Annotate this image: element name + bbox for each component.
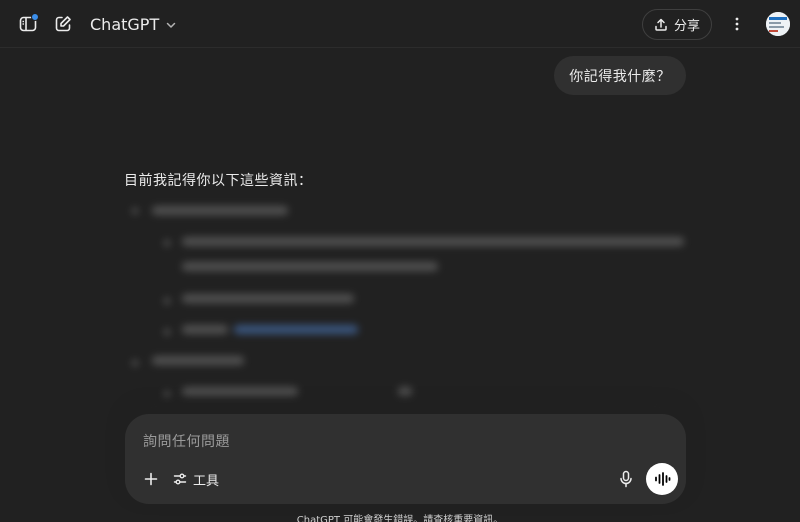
list-bullet [164,329,170,335]
more-options-button[interactable] [722,9,752,39]
redacted-line [182,387,298,396]
prompt-input[interactable]: 詢問任何問題 [143,431,230,451]
share-label: 分享 [673,19,700,34]
share-icon [655,18,667,31]
voice-mode-button[interactable] [646,463,678,495]
plus-icon [144,472,158,486]
list-bullet [164,391,170,397]
list-bullet [164,298,170,304]
message-composer: 詢問任何問題 工具 [125,414,686,504]
redacted-line [182,262,438,271]
notification-dot [31,13,39,21]
redacted-line [398,387,412,396]
tools-icon [173,473,187,485]
sidebar-toggle-button[interactable] [13,9,43,39]
list-bullet [132,208,138,214]
redacted-line [152,206,288,215]
redacted-link [234,325,358,334]
redacted-line [182,294,354,303]
chevron-down-icon [166,22,176,28]
redacted-line [152,356,244,365]
model-name: ChatGPT [90,14,160,34]
more-vertical-icon [735,17,739,31]
add-attachment-button[interactable] [139,467,163,491]
voice-waveform-icon [655,472,671,486]
dictate-button[interactable] [614,467,638,491]
top-bar: ChatGPT 分享 [0,0,800,48]
list-bullet [132,360,138,366]
list-bullet [164,240,170,246]
chat-app: ChatGPT 分享 你記得我什麼？ 目前我記得你以下這些資訊： 詢問任何問題 … [0,0,800,522]
avatar-image [766,12,790,36]
new-chat-button[interactable] [48,9,78,39]
tools-button[interactable]: 工具 [173,467,219,491]
redacted-line [182,325,228,334]
share-button[interactable]: 分享 [642,9,712,40]
user-message-bubble: 你記得我什麼？ [554,56,686,95]
tools-label: 工具 [193,473,220,489]
user-message-text: 你記得我什麼？ [569,68,671,85]
new-chat-icon [55,16,71,32]
model-selector[interactable]: ChatGPT [90,12,177,36]
assistant-response-intro: 目前我記得你以下這些資訊： [124,173,313,189]
microphone-icon [620,470,632,488]
redacted-line [182,237,684,246]
disclaimer-text: ChatGPT 可能會發生錯誤。請查核重要資訊。 [296,515,504,522]
avatar[interactable] [766,12,790,36]
blurred-memory-list [120,196,700,406]
